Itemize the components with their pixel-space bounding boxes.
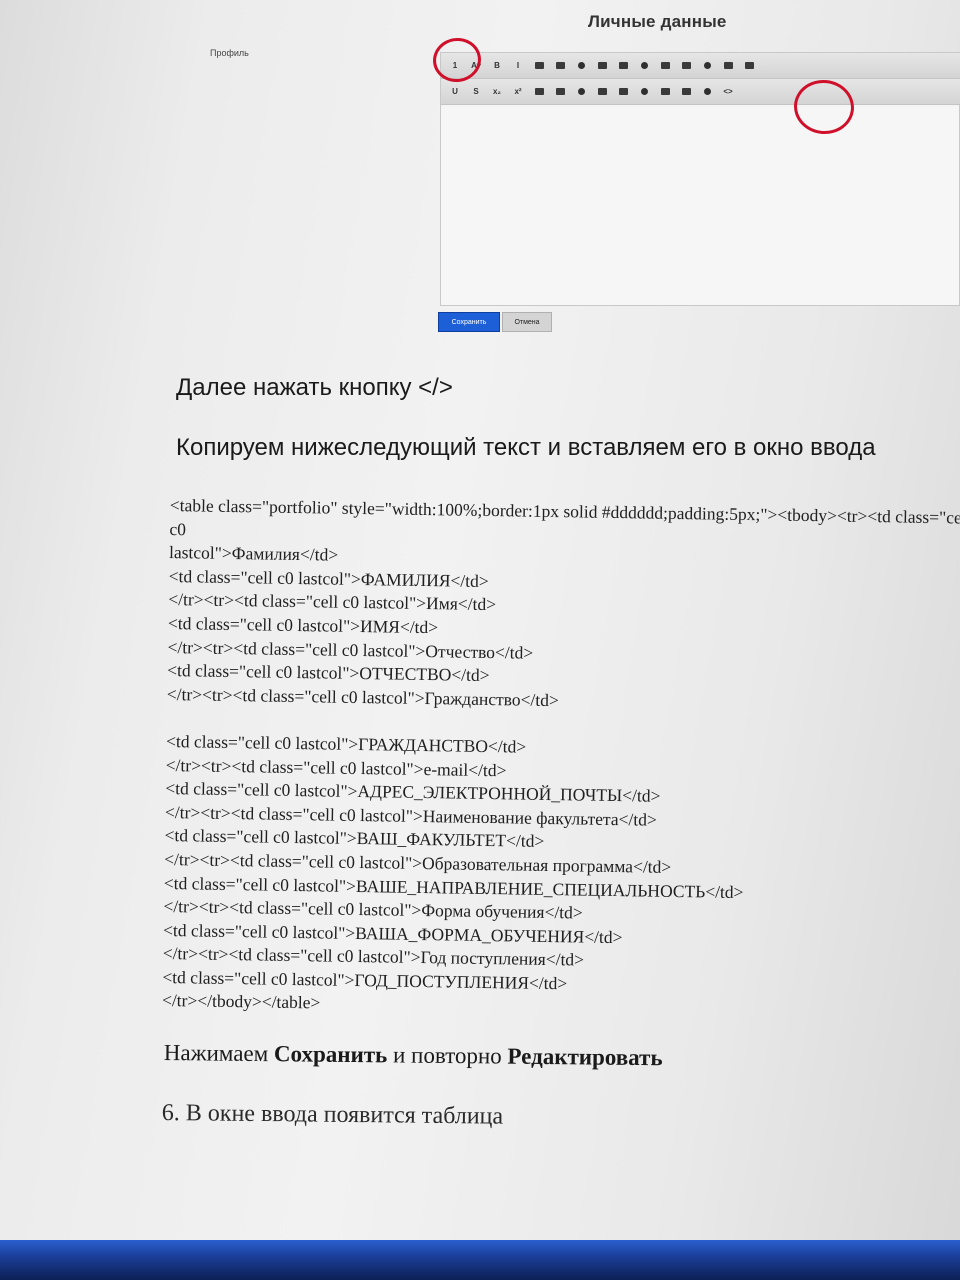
toolbar_row2-button-4[interactable] <box>533 87 545 97</box>
instruction-step-6: 6. В окне ввода появится таблица <box>161 1100 504 1130</box>
toolbar_row1-button-6[interactable] <box>575 61 587 71</box>
step-middle: и повторно <box>387 1042 508 1069</box>
toolbar_row2-button-12[interactable] <box>701 87 713 97</box>
toolbar_row1-button-11[interactable] <box>680 61 692 71</box>
toolbar_row2-button-1[interactable]: S <box>470 87 482 97</box>
toolbar_row1-button-5[interactable] <box>554 61 566 71</box>
toolbar_row2-button-6[interactable] <box>575 87 587 97</box>
toolbar_row2-button-2[interactable]: x₂ <box>491 87 503 97</box>
editor-input-area[interactable] <box>441 107 959 305</box>
rich-text-editor: 1 A▾ B I U Sx₂ x² <> <box>440 52 960 306</box>
instruction-heading-2: Копируем нижеследующий текст и вставляем… <box>176 434 876 461</box>
cancel-button[interactable]: Отмена <box>502 312 552 332</box>
toolbar_row1-button-12[interactable] <box>701 61 713 71</box>
form-title: Личные данные <box>588 12 727 31</box>
toolbar_row2-button-8[interactable] <box>617 87 629 97</box>
toolbar_row2-button-13[interactable]: <> <box>722 87 734 97</box>
toolbar_row1-button-3[interactable]: I <box>512 61 524 71</box>
toolbar_row2-button-11[interactable] <box>680 87 692 97</box>
step-edit-word: Редактировать <box>507 1043 663 1071</box>
toolbar_row1-button-7[interactable] <box>596 61 608 71</box>
profile-label: Профиль <box>210 48 249 58</box>
toolbar_row2-button-5[interactable] <box>554 87 566 97</box>
html-code-block: <table class="portfolio" style="width:10… <box>162 494 960 1025</box>
instruction-step-save: Нажимаем Сохранить и повторно Редактиров… <box>164 1040 663 1071</box>
toolbar_row1-button-9[interactable] <box>638 61 650 71</box>
toolbar_row2-button-3[interactable]: x² <box>512 87 524 97</box>
toolbar_row1-button-2[interactable]: B <box>491 61 503 71</box>
step-prefix: Нажимаем <box>163 1040 275 1067</box>
toolbar_row1-button-4[interactable] <box>533 61 545 71</box>
taskbar <box>0 1240 960 1280</box>
toolbar_row2-button-7[interactable] <box>596 87 608 97</box>
instruction-heading-1: Далее нажать кнопку </> <box>176 374 453 401</box>
toolbar_row1-button-10[interactable] <box>659 61 671 71</box>
step-save-word: Сохранить <box>273 1041 388 1068</box>
toolbar_row2-button-9[interactable] <box>638 87 650 97</box>
toolbar_row1-button-14[interactable] <box>743 61 755 71</box>
document-page: Личные данные Профиль 1 A▾ B I U Sx₂ x² <> Сох… <box>0 0 960 1240</box>
save-button[interactable]: Сохранить <box>438 312 500 332</box>
toolbar_row1-button-8[interactable] <box>617 61 629 71</box>
toolbar_row1-button-13[interactable] <box>722 61 734 71</box>
editor-toolbar-row-1: 1 A▾ B I <box>441 53 960 79</box>
editor-toolbar-row-2: U Sx₂ x² <> <box>441 79 960 105</box>
toolbar_row2-button-10[interactable] <box>659 87 671 97</box>
toolbar_row2-button-0[interactable]: U <box>449 87 461 97</box>
